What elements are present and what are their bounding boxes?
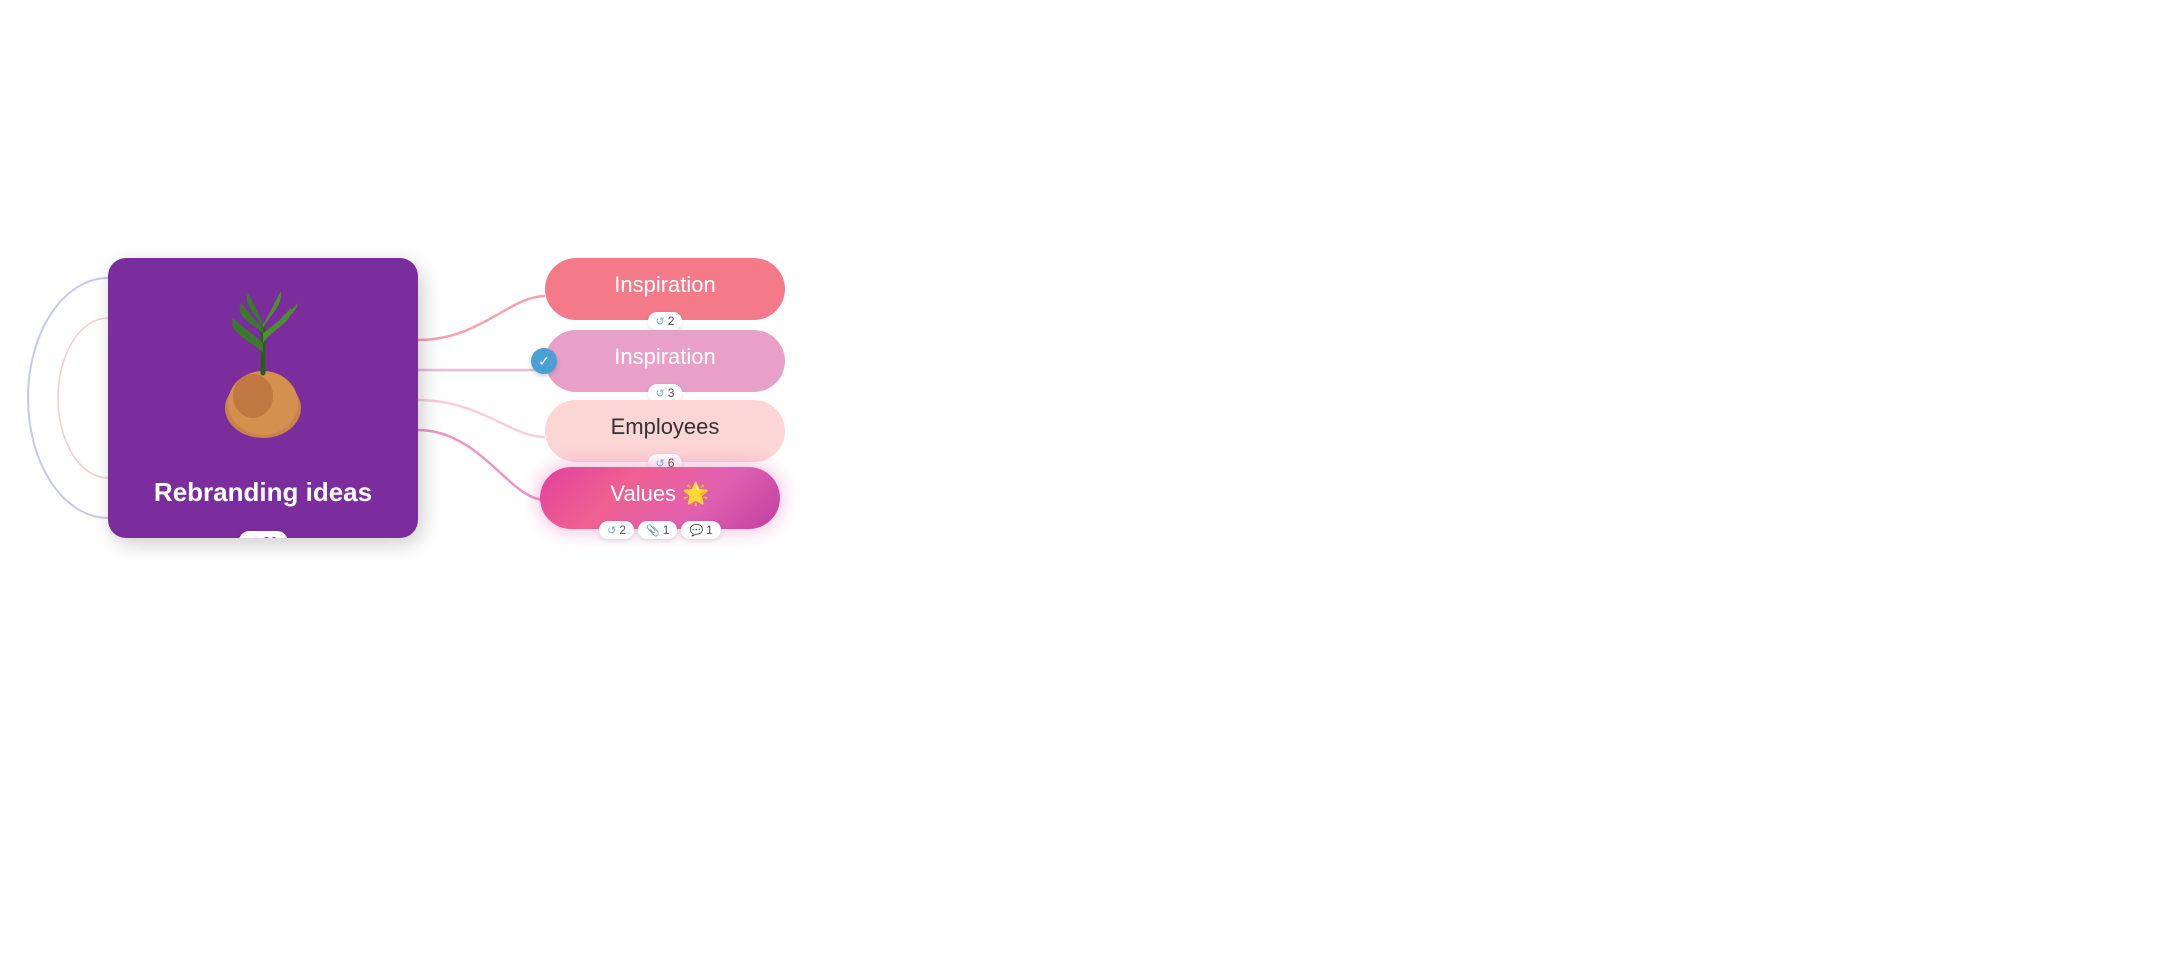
node-inspiration1[interactable]: Inspiration ↺ 2 bbox=[545, 258, 785, 320]
central-badge-count: 26 bbox=[263, 534, 277, 538]
values-sync-badge: ↺ 2 bbox=[599, 521, 634, 539]
node-employees[interactable]: Employees ↺ 6 bbox=[545, 400, 785, 462]
values-badges: ↺ 2 📎 1 💬 1 bbox=[599, 521, 721, 539]
paperclip-icon: 📎 bbox=[646, 524, 660, 537]
inspiration1-count: 2 bbox=[668, 314, 675, 328]
check-badge: ✓ bbox=[531, 348, 557, 374]
sync-icon: ↺ bbox=[249, 535, 259, 539]
values-label: Values 🌟 bbox=[610, 481, 709, 507]
central-node[interactable]: Rebranding ideas ↺ 26 bbox=[108, 258, 418, 538]
values-comment-count: 1 bbox=[706, 523, 713, 537]
employees-label: Employees bbox=[611, 414, 720, 440]
inspiration1-label: Inspiration bbox=[614, 272, 716, 298]
sync-icon: ↺ bbox=[607, 524, 616, 537]
node-inspiration2[interactable]: ✓ Inspiration ↺ 3 bbox=[545, 330, 785, 392]
plant-illustration bbox=[193, 278, 333, 438]
inspiration1-sync-badge: ↺ 2 bbox=[648, 312, 683, 330]
sync-icon: ↺ bbox=[656, 387, 665, 400]
inspiration2-label: Inspiration bbox=[614, 344, 716, 370]
mind-map-canvas: Rebranding ideas ↺ 26 Inspiration ↺ 2 ✓ … bbox=[0, 0, 2167, 964]
values-attachment-count: 1 bbox=[663, 523, 670, 537]
values-sync-count: 2 bbox=[619, 523, 626, 537]
values-comment-badge: 💬 1 bbox=[681, 521, 720, 539]
values-attachment-badge: 📎 1 bbox=[638, 521, 677, 539]
central-node-badge: ↺ 26 bbox=[239, 531, 288, 538]
sync-icon: ↺ bbox=[656, 315, 665, 328]
inspiration1-badges: ↺ 2 bbox=[648, 312, 683, 330]
comment-icon: 💬 bbox=[689, 524, 703, 537]
node-values[interactable]: Values 🌟 ↺ 2 📎 1 💬 1 bbox=[540, 467, 780, 529]
inspiration2-count: 3 bbox=[668, 386, 675, 400]
central-node-title: Rebranding ideas bbox=[134, 477, 392, 508]
